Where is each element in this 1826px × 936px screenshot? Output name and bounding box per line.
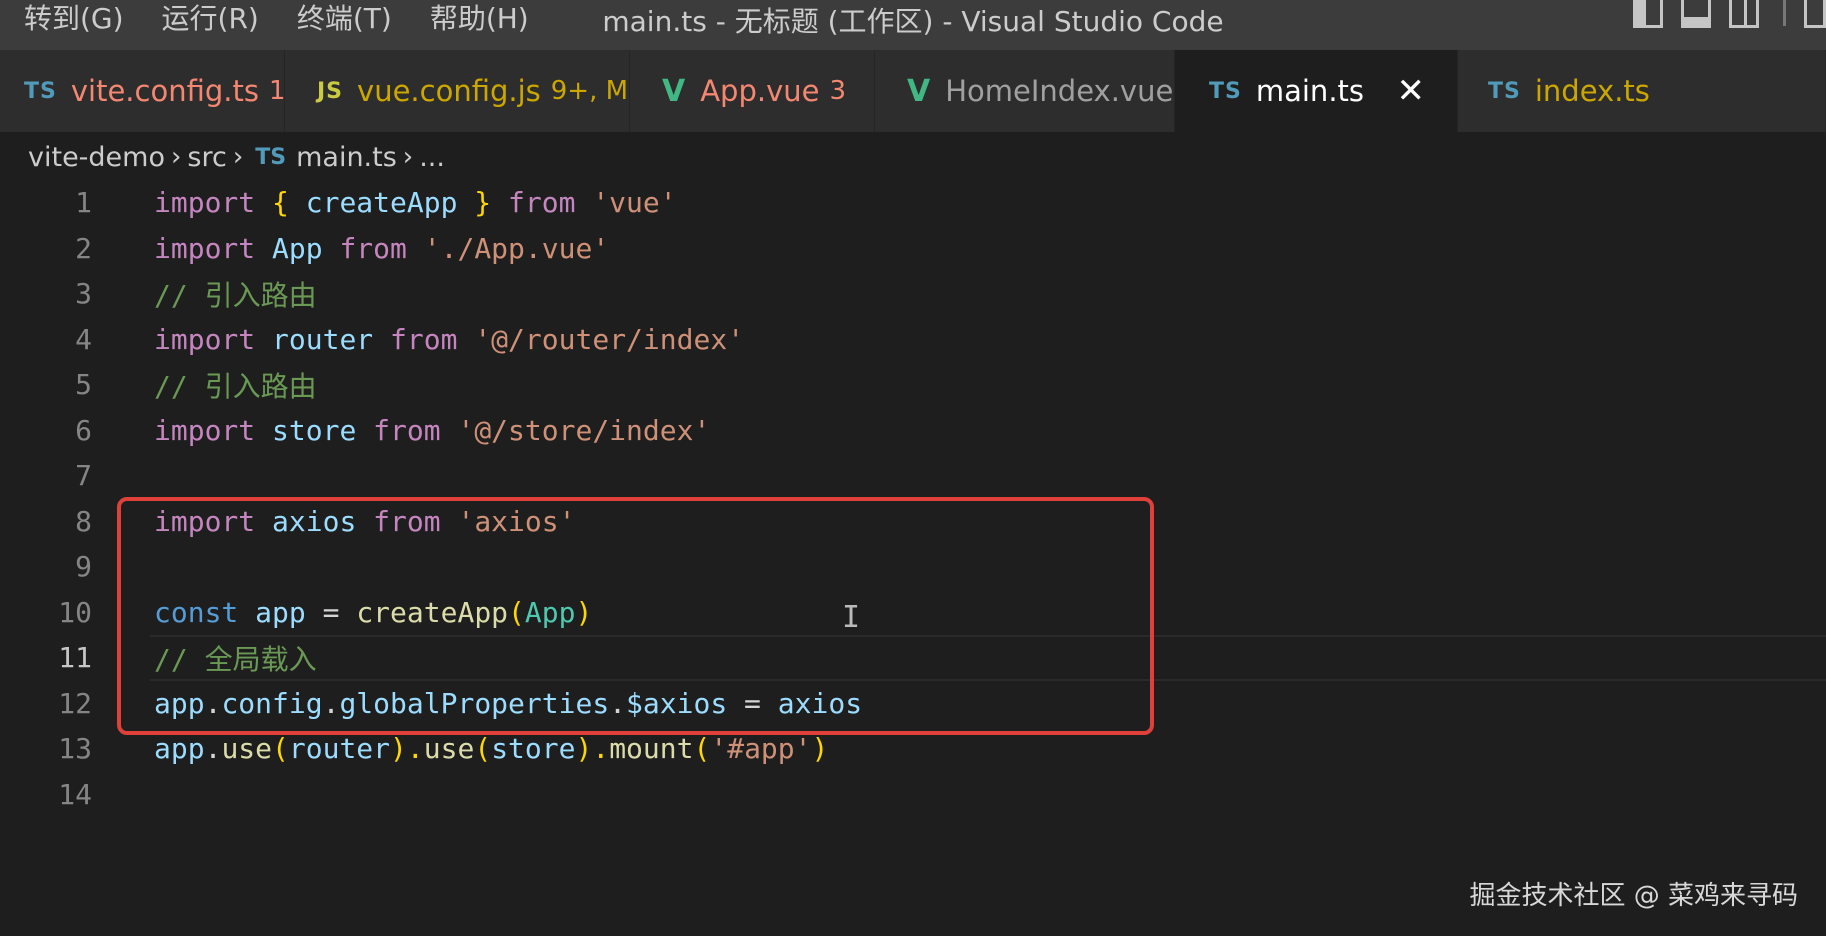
line-number: 2 [75, 231, 92, 265]
typescript-file-icon: TS [1209, 78, 1242, 104]
code-line[interactable]: 7 [0, 453, 1826, 499]
code-line[interactable]: 1 import { createApp } from 'vue' [0, 180, 1826, 226]
tab-label: vue.config.js [357, 74, 541, 108]
toggle-primary-sidebar-icon[interactable] [1633, 0, 1663, 28]
divider [1783, 0, 1786, 26]
line-number: 11 [58, 641, 92, 675]
menu-bar: 转到(G) 运行(R) 终端(T) 帮助(H) [24, 0, 567, 37]
code-line[interactable]: 6 import store from '@/store/index' [0, 408, 1826, 454]
line-number: 8 [75, 504, 92, 538]
typescript-file-icon: TS [255, 144, 287, 170]
line-number: 9 [75, 550, 92, 584]
tab-label: vite.config.ts [70, 74, 259, 108]
tab-vue-config-js[interactable]: JS vue.config.js 9+, M [285, 50, 630, 132]
code-comment: // 引入路由 [154, 369, 317, 403]
code-line[interactable]: 3 // 引入路由 [0, 271, 1826, 317]
line-number: 12 [58, 686, 92, 720]
line-number: 4 [75, 322, 92, 356]
javascript-file-icon: JS [317, 78, 344, 104]
vue-file-icon: V [907, 73, 932, 109]
menu-help[interactable]: 帮助(H) [430, 0, 529, 37]
line-number: 1 [75, 186, 92, 220]
typescript-file-icon: TS [1488, 78, 1521, 104]
title-bar: 转到(G) 运行(R) 终端(T) 帮助(H) main.ts - 无标题 (工… [0, 0, 1826, 50]
code-line[interactable]: 2 import App from './App.vue' [0, 226, 1826, 272]
code-line[interactable]: 5 // 引入路由 [0, 362, 1826, 408]
line-number: 13 [58, 732, 92, 766]
code-comment: // 引入路由 [154, 278, 317, 312]
line-number: 3 [75, 277, 92, 311]
toggle-panel-icon[interactable] [1681, 0, 1711, 28]
breadcrumb-symbols[interactable]: ... [419, 142, 445, 173]
close-tab-icon[interactable]: ✕ [1397, 71, 1426, 111]
breadcrumb: vite-demo › src › TS main.ts › ... [28, 134, 445, 180]
tab-index-ts[interactable]: TS index.ts [1458, 50, 1826, 132]
breadcrumb-subfolder[interactable]: src [187, 142, 226, 173]
line-number: 7 [75, 459, 92, 493]
layout-controls [1633, 0, 1826, 30]
breadcrumb-file[interactable]: main.ts [296, 142, 397, 173]
tab-vite-config-ts[interactable]: TS vite.config.ts 1 [0, 50, 285, 132]
code-text: import router from '@/router/index' [154, 322, 745, 356]
chevron-right-icon: › [171, 142, 182, 172]
customize-layout-icon[interactable] [1804, 0, 1826, 28]
breadcrumb-folder[interactable]: vite-demo [28, 142, 165, 173]
tab-label: App.vue [700, 74, 820, 108]
problem-count-badge: 9+, M [550, 76, 629, 106]
menu-terminal[interactable]: 终端(T) [297, 0, 392, 37]
code-text: import App from './App.vue' [154, 231, 610, 265]
chevron-right-icon: › [402, 142, 414, 172]
line-number: 6 [75, 413, 92, 447]
tab-label: main.ts [1255, 74, 1365, 108]
code-text: import store from '@/store/index' [154, 413, 711, 447]
menu-run[interactable]: 运行(R) [162, 0, 259, 37]
toggle-secondary-sidebar-icon[interactable] [1729, 0, 1759, 28]
code-text: import { createApp } from 'vue' [154, 186, 677, 220]
code-line[interactable]: 14 [0, 772, 1826, 818]
typescript-file-icon: TS [24, 78, 57, 104]
tab-label: HomeIndex.vue [945, 74, 1174, 108]
text-cursor-icon: I [842, 600, 861, 635]
tab-main-ts[interactable]: TS main.ts ✕ [1175, 50, 1458, 132]
menu-goto[interactable]: 转到(G) [24, 0, 124, 37]
watermark: 掘金技术社区 @ 菜鸡来寻码 [1469, 881, 1798, 911]
annotation-highlight-box [117, 497, 1154, 735]
problem-count-badge: 3 [829, 76, 847, 106]
tab-label: index.ts [1534, 74, 1650, 108]
line-number: 14 [58, 777, 92, 811]
line-number: 10 [58, 595, 92, 629]
problem-count-badge: 1 [268, 76, 285, 106]
chevron-right-icon: › [232, 142, 244, 172]
code-text: app.use(router).use(store).mount('#app') [154, 732, 829, 766]
tab-app-vue[interactable]: V App.vue 3 [630, 50, 875, 132]
editor-tab-bar: TS vite.config.ts 1 JS vue.config.js 9+,… [0, 50, 1826, 132]
code-line[interactable]: 4 import router from '@/router/index' [0, 317, 1826, 363]
tab-homeindex-vue[interactable]: V HomeIndex.vue [875, 50, 1175, 132]
vue-file-icon: V [662, 73, 687, 109]
line-number: 5 [75, 368, 92, 402]
